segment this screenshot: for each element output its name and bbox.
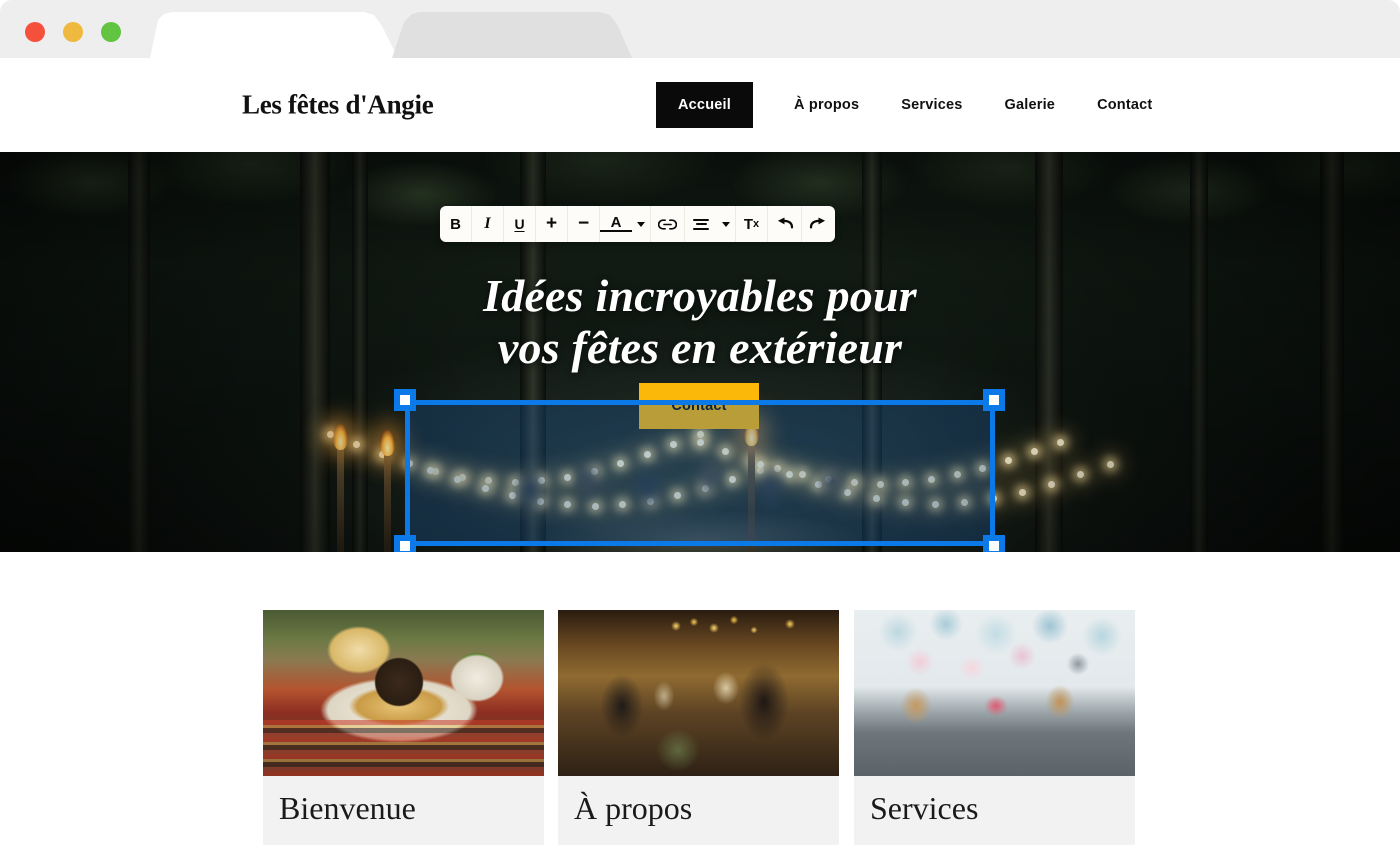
- link-button[interactable]: [651, 206, 685, 242]
- site-header: Les fêtes d'Angie Accueil À propos Servi…: [0, 58, 1400, 152]
- window-traffic-lights: [25, 22, 121, 42]
- decrease-font-size-button[interactable]: −: [568, 206, 600, 242]
- undo-icon: [777, 216, 794, 228]
- browser-chrome: [0, 0, 1400, 58]
- cards-section: Bienvenue À propos Services: [0, 552, 1400, 845]
- redo-button[interactable]: [802, 206, 835, 242]
- text-color-group: A: [600, 206, 651, 242]
- text-format-toolbar: B I U + − A Tx: [440, 206, 835, 242]
- bold-button[interactable]: B: [440, 206, 472, 242]
- card-title: Services: [870, 790, 979, 826]
- card-title: À propos: [574, 790, 693, 826]
- resize-handle-bottom-right[interactable]: [983, 535, 1005, 552]
- nav-item-services[interactable]: Services: [880, 97, 983, 113]
- chevron-down-icon: [722, 221, 730, 227]
- people-toasting-photo: [558, 610, 839, 776]
- dessert-table-photo: [854, 610, 1135, 776]
- italic-button[interactable]: I: [472, 206, 504, 242]
- resize-handle-top-right[interactable]: [983, 389, 1005, 411]
- hero-title-line-1: Idées incroyables pour: [483, 270, 917, 321]
- clear-formatting-x: x: [753, 218, 760, 230]
- browser-tab-active[interactable]: [150, 12, 398, 58]
- resize-handle-bottom-left[interactable]: [394, 535, 416, 552]
- card-image: [558, 610, 839, 776]
- align-center-icon: [693, 218, 709, 230]
- redo-icon: [809, 216, 826, 228]
- food-platter-photo: [263, 610, 544, 776]
- align-button[interactable]: [685, 218, 717, 230]
- clear-formatting-t: T: [743, 215, 754, 233]
- card-services[interactable]: Services: [854, 610, 1135, 845]
- main-navigation: Accueil À propos Services Galerie Contac…: [656, 82, 1173, 128]
- text-color-button[interactable]: A: [600, 215, 632, 232]
- card-image: [854, 610, 1135, 776]
- text-color-dropdown[interactable]: [632, 221, 650, 227]
- nav-item-contact[interactable]: Contact: [1076, 97, 1173, 113]
- site-logo[interactable]: Les fêtes d'Angie: [242, 90, 434, 121]
- chevron-down-icon: [637, 221, 645, 227]
- card-image: [263, 610, 544, 776]
- clear-formatting-button[interactable]: Tx: [736, 206, 768, 242]
- undo-button[interactable]: [768, 206, 802, 242]
- nav-item-accueil[interactable]: Accueil: [656, 82, 753, 128]
- link-icon: [658, 218, 677, 230]
- card-title: Bienvenue: [279, 790, 416, 826]
- resize-handle-top-left[interactable]: [394, 389, 416, 411]
- card-bienvenue[interactable]: Bienvenue: [263, 610, 544, 845]
- increase-font-size-button[interactable]: +: [536, 206, 568, 242]
- align-dropdown[interactable]: [717, 221, 735, 227]
- browser-tabstrip: [0, 0, 1400, 58]
- nav-item-galerie[interactable]: Galerie: [984, 97, 1077, 113]
- browser-tab-inactive[interactable]: [392, 12, 632, 58]
- maximize-window-button[interactable]: [101, 22, 121, 42]
- hero-title-line-2: vos fêtes en extérieur: [497, 322, 903, 373]
- card-a-propos[interactable]: À propos: [558, 610, 839, 845]
- close-window-button[interactable]: [25, 22, 45, 42]
- minimize-window-button[interactable]: [63, 22, 83, 42]
- align-group: [685, 206, 736, 242]
- text-selection-box[interactable]: [405, 400, 995, 546]
- nav-item-a-propos[interactable]: À propos: [773, 97, 880, 113]
- underline-button[interactable]: U: [504, 206, 536, 242]
- hero-title[interactable]: Idées incroyables pour vos fêtes en exté…: [400, 270, 1000, 374]
